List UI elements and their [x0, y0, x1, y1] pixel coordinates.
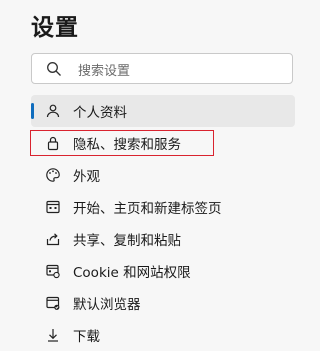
search-input[interactable]: 搜索设置 [78, 60, 130, 79]
profile-icon [45, 103, 61, 119]
sidebar-item-label: 默认浏览器 [73, 297, 141, 313]
download-icon [45, 327, 61, 343]
sidebar-item-downloads[interactable]: 下载 [31, 319, 295, 351]
sidebar-item-appearance[interactable]: 外观 [31, 159, 295, 191]
start-page-icon [45, 199, 61, 215]
settings-nav: 个人资料 隐私、搜索和服务 外观 开始、主页和新建标签页 共享、复制和粘贴 Co… [30, 95, 295, 351]
search-icon [46, 61, 62, 77]
share-icon [45, 231, 61, 247]
sidebar-item-label: 下载 [73, 329, 100, 345]
default-browser-icon [45, 295, 61, 311]
page-title: 设置 [31, 15, 79, 41]
sidebar-item-label: 个人资料 [73, 105, 127, 121]
sidebar-item-label: 隐私、搜索和服务 [73, 137, 181, 153]
sidebar-item-start-page[interactable]: 开始、主页和新建标签页 [31, 191, 295, 223]
search-box[interactable]: 搜索设置 [31, 53, 293, 84]
sidebar-item-label: Cookie 和网站权限 [73, 265, 191, 281]
sidebar-item-label: 外观 [73, 169, 100, 185]
sidebar-item-share[interactable]: 共享、复制和粘贴 [31, 223, 295, 255]
sidebar-item-privacy[interactable]: 隐私、搜索和服务 [30, 130, 214, 156]
lock-icon [45, 135, 61, 151]
sidebar-item-label: 开始、主页和新建标签页 [73, 201, 222, 217]
sidebar-item-label: 共享、复制和粘贴 [73, 233, 181, 249]
sidebar-item-default-browser[interactable]: 默认浏览器 [31, 287, 295, 319]
palette-icon [45, 167, 61, 183]
active-indicator [31, 103, 34, 119]
sidebar-item-cookies[interactable]: Cookie 和网站权限 [31, 255, 295, 287]
site-permissions-icon [45, 263, 61, 279]
sidebar-item-profile[interactable]: 个人资料 [31, 95, 295, 127]
